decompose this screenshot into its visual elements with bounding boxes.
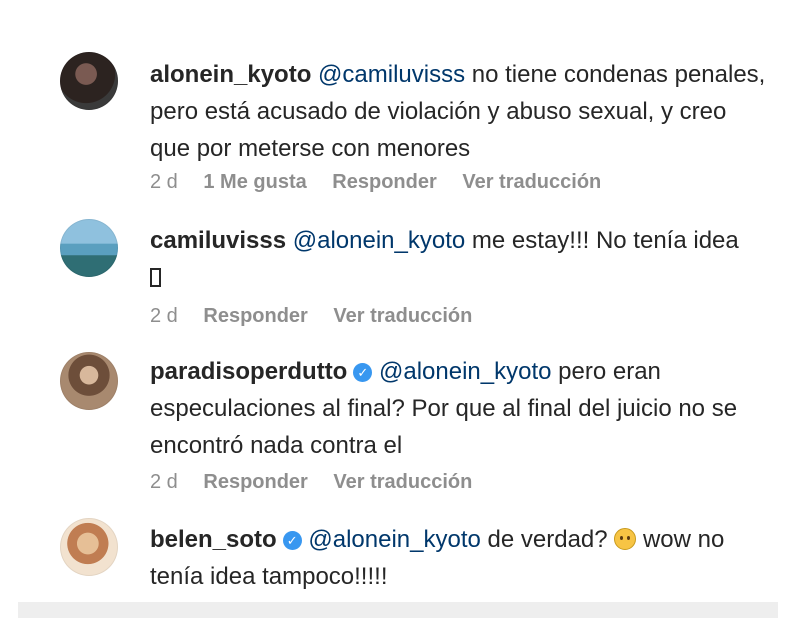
avatar[interactable] bbox=[60, 518, 118, 576]
reply-button[interactable]: Responder bbox=[332, 171, 436, 193]
username-link[interactable]: paradisoperdutto bbox=[150, 358, 347, 385]
username-link[interactable]: alonein_kyoto bbox=[150, 61, 311, 88]
comment-text: me estay!!! No tenía idea bbox=[465, 227, 739, 254]
avatar[interactable] bbox=[60, 352, 118, 410]
avatar[interactable] bbox=[60, 52, 118, 110]
comment-text: de verdad? bbox=[480, 526, 615, 553]
translate-button[interactable]: Ver traducción bbox=[462, 171, 601, 193]
timestamp: 2 d bbox=[150, 471, 178, 493]
comment-body: alonein_kyoto @camiluvisss no tiene cond… bbox=[150, 56, 770, 167]
reply-button[interactable]: Responder bbox=[203, 471, 307, 493]
timestamp: 2 d bbox=[150, 171, 178, 193]
mention-link[interactable]: @camiluvisss bbox=[318, 61, 465, 88]
avatar[interactable] bbox=[60, 219, 118, 277]
verified-badge-icon: ✓ bbox=[353, 363, 373, 382]
reply-button[interactable]: Responder bbox=[203, 305, 307, 327]
mention-link[interactable]: @alonein_kyoto bbox=[293, 227, 465, 254]
mention-link[interactable]: @alonein_kyoto bbox=[308, 526, 480, 553]
mention-link[interactable]: @alonein_kyoto bbox=[379, 358, 551, 385]
comment-body: belen_soto ✓ @alonein_kyoto de verdad? wo… bbox=[150, 521, 770, 595]
worried-face-emoji-icon bbox=[614, 528, 637, 550]
comment-body: camiluvisss @alonein_kyoto me estay!!! N… bbox=[150, 222, 770, 296]
comment-body: paradisoperdutto ✓ @alonein_kyoto pero er… bbox=[150, 353, 770, 464]
translate-button[interactable]: Ver traducción bbox=[333, 305, 472, 327]
translate-button[interactable]: Ver traducción bbox=[333, 471, 472, 493]
verified-badge-icon: ✓ bbox=[282, 531, 302, 550]
comment-meta: 2 d 1 Me gusta Responder Ver traducción bbox=[150, 171, 621, 194]
username-link[interactable]: belen_soto bbox=[150, 526, 277, 553]
comment-meta: 2 d Responder Ver traducción bbox=[150, 305, 492, 328]
timestamp: 2 d bbox=[150, 305, 178, 327]
comment-meta: 2 d Responder Ver traducción bbox=[150, 471, 492, 494]
likes-count[interactable]: 1 Me gusta bbox=[203, 171, 306, 193]
bottom-panel-edge bbox=[18, 602, 778, 618]
missing-emoji-glyph bbox=[150, 268, 161, 287]
username-link[interactable]: camiluvisss bbox=[150, 227, 286, 254]
